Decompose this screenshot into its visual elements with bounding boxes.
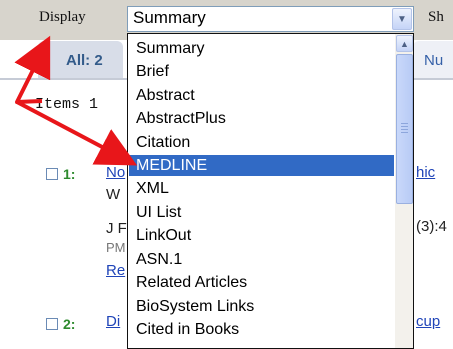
result-2-number: 2:	[63, 316, 76, 332]
display-format-select-value[interactable]: Summary	[133, 8, 206, 28]
items-count-text: Items 1	[35, 96, 99, 113]
option-biosystem-links[interactable]: BioSystem Links	[129, 296, 394, 317]
result-1-pmid: PM	[106, 240, 126, 255]
result-2-checkbox[interactable]	[46, 318, 58, 330]
result-1-checkbox[interactable]	[46, 168, 58, 180]
result-1-title-link-end[interactable]: hic	[416, 164, 435, 181]
result-1-related-link[interactable]: Re	[106, 262, 125, 279]
option-linkout[interactable]: LinkOut	[129, 225, 394, 246]
result-1-journal: J F	[106, 220, 127, 237]
option-xml[interactable]: XML	[129, 178, 394, 199]
scroll-up-button[interactable]: ▲	[396, 35, 413, 52]
dropdown-arrow-button[interactable]: ▼	[392, 8, 412, 30]
display-label: Display	[39, 9, 86, 25]
chevron-down-icon: ▼	[397, 13, 407, 25]
scrollbar-thumb[interactable]	[396, 54, 413, 204]
option-medline[interactable]: MEDLINE	[129, 155, 394, 176]
result-1-title-link[interactable]: No	[106, 164, 125, 181]
option-brief[interactable]: Brief	[129, 61, 394, 82]
result-2-title-link[interactable]: Di	[106, 313, 120, 330]
result-1-authors: W	[106, 186, 121, 203]
grip-line	[401, 129, 408, 130]
display-format-dropdown[interactable]: Summary Brief Abstract AbstractPlus Cita…	[127, 33, 414, 349]
grip-line	[401, 123, 408, 124]
option-asn1[interactable]: ASN.1	[129, 249, 394, 270]
grip-line	[401, 126, 408, 127]
result-2-title-link-end[interactable]: cup	[416, 313, 440, 330]
option-abstract[interactable]: Abstract	[129, 85, 394, 106]
option-abstractplus[interactable]: AbstractPlus	[129, 108, 394, 129]
option-citation[interactable]: Citation	[129, 132, 394, 153]
chevron-up-icon: ▲	[400, 38, 409, 49]
option-related-articles[interactable]: Related Articles	[129, 272, 394, 293]
show-label: Sh	[428, 9, 444, 25]
tab-all-label[interactable]: All: 2	[66, 52, 103, 69]
option-summary[interactable]: Summary	[129, 38, 394, 59]
option-cited-in-books[interactable]: Cited in Books	[129, 319, 394, 340]
result-1-number: 1:	[63, 166, 76, 182]
result-1-journal-end: (3):4	[416, 218, 447, 235]
grip-line	[401, 132, 408, 133]
option-ui-list[interactable]: UI List	[129, 202, 394, 223]
tab-right-label[interactable]: Nu	[424, 52, 443, 69]
